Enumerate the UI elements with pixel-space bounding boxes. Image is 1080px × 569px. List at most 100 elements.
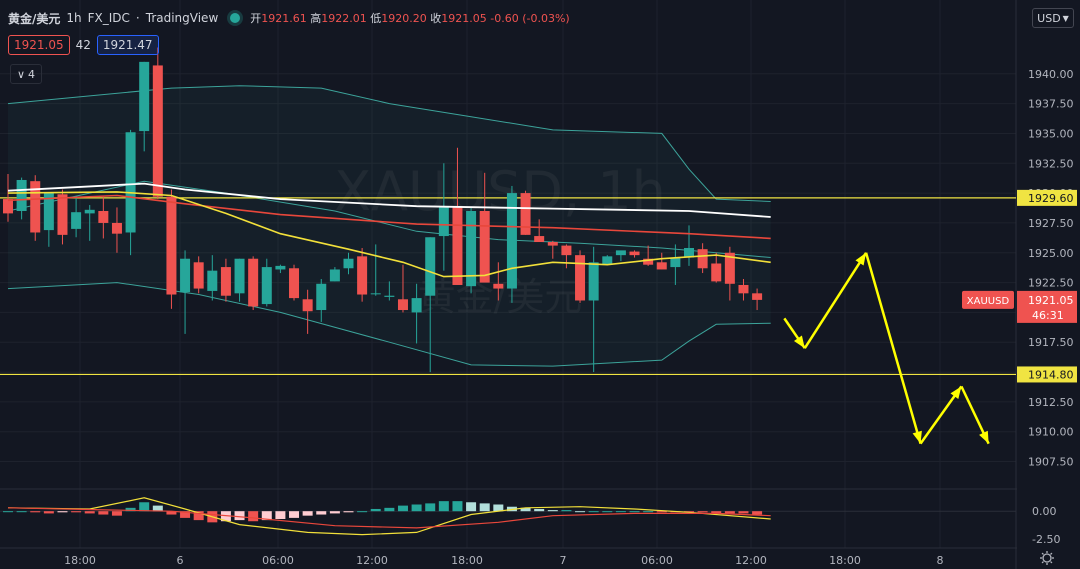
macd-histogram-bar bbox=[547, 510, 558, 512]
macd-histogram-bar bbox=[534, 508, 545, 512]
candle-body bbox=[547, 242, 558, 246]
macd-histogram-bar bbox=[329, 511, 340, 514]
indicator-toggle-button[interactable]: ∨ 4 bbox=[10, 64, 42, 84]
macd-histogram-bar bbox=[84, 511, 95, 514]
caret-down-icon: ▼ bbox=[1062, 13, 1069, 23]
macd-histogram-bar bbox=[98, 511, 109, 515]
source-label: FX_IDC bbox=[87, 11, 130, 25]
macd-histogram-bar bbox=[139, 502, 150, 512]
price-tick-label: 1927.50 bbox=[1028, 217, 1074, 230]
candle-body bbox=[316, 283, 327, 311]
candle bbox=[152, 47, 163, 200]
macd-histogram-bar bbox=[16, 511, 27, 513]
candle-body bbox=[534, 236, 545, 243]
candle bbox=[289, 264, 300, 301]
macd-histogram-bar bbox=[629, 511, 640, 513]
price-chart[interactable]: XAUUSD, 1h黄金/美元1940.001937.501935.001932… bbox=[0, 0, 1080, 569]
macd-histogram-bar bbox=[57, 511, 68, 513]
bollinger-band-fill bbox=[8, 85, 771, 367]
symbol-name[interactable]: 黄金/美元 bbox=[8, 10, 60, 27]
candle-body bbox=[425, 237, 436, 296]
candle-body bbox=[711, 263, 722, 282]
buy-price-button[interactable]: 1921.47 bbox=[96, 35, 159, 55]
candle-body bbox=[397, 299, 408, 311]
macd-histogram-bar bbox=[738, 511, 749, 514]
forecast-segment bbox=[803, 252, 868, 349]
high-label: 高 bbox=[310, 12, 322, 25]
macd-tick-label: -2.50 bbox=[1032, 533, 1060, 546]
macd-histogram-bar bbox=[248, 511, 259, 522]
currency-button[interactable]: USD ▼ bbox=[1032, 8, 1074, 28]
candle-body bbox=[520, 193, 531, 235]
time-tick-label: 18:00 bbox=[829, 554, 861, 567]
candle bbox=[466, 207, 477, 294]
candle-body bbox=[343, 258, 354, 269]
candle-body bbox=[479, 211, 490, 283]
time-tick-label: 6 bbox=[177, 554, 184, 567]
candle-body bbox=[220, 267, 231, 296]
candle bbox=[575, 250, 586, 303]
candle-body bbox=[561, 245, 572, 256]
time-tick-label: 06:00 bbox=[641, 554, 673, 567]
separator-dot: · bbox=[135, 11, 140, 25]
spread-value: 42 bbox=[75, 38, 91, 52]
candle bbox=[248, 256, 259, 311]
candle-body bbox=[452, 207, 463, 285]
macd-histogram-bar bbox=[643, 511, 654, 513]
macd-histogram-bar bbox=[370, 508, 381, 512]
candle bbox=[520, 190, 531, 235]
candle-body bbox=[275, 265, 286, 270]
macd-histogram-bar bbox=[588, 511, 599, 513]
countdown-label: 46:31 bbox=[1032, 309, 1064, 322]
interval-label[interactable]: 1h bbox=[66, 11, 81, 25]
price-tick-label: 1917.50 bbox=[1028, 336, 1074, 349]
candle-body bbox=[139, 61, 150, 132]
macd-tick-label: 0.00 bbox=[1032, 505, 1057, 518]
price-tick-label: 1940.00 bbox=[1028, 68, 1074, 81]
price-tick-label: 1925.00 bbox=[1028, 247, 1074, 260]
macd-histogram-bar bbox=[289, 511, 300, 518]
price-tick-label: 1932.50 bbox=[1028, 157, 1074, 170]
change-value: -0.60 (-0.03%) bbox=[490, 12, 570, 25]
candle-body bbox=[98, 211, 109, 223]
macd-histogram-bar bbox=[425, 503, 436, 512]
forecast-arrowhead bbox=[950, 386, 962, 400]
level-price-label: 1929.60 bbox=[1028, 192, 1074, 205]
price-tick-label: 1912.50 bbox=[1028, 396, 1074, 409]
candle-body bbox=[111, 222, 122, 234]
time-tick-label: 7 bbox=[560, 554, 567, 567]
candle bbox=[180, 250, 191, 334]
candle-body bbox=[438, 207, 449, 237]
candle-body bbox=[670, 257, 681, 268]
candle-body bbox=[615, 250, 626, 256]
macd-histogram-bar bbox=[275, 511, 286, 519]
candle-body bbox=[411, 298, 422, 313]
candle-body bbox=[602, 256, 613, 265]
macd-histogram-bar bbox=[343, 511, 354, 513]
forecast-arrowhead bbox=[793, 335, 805, 349]
candle-body bbox=[738, 284, 749, 294]
candle-body bbox=[71, 212, 82, 229]
macd-histogram-bar bbox=[30, 511, 41, 513]
macd-histogram-bar bbox=[561, 510, 572, 512]
candle-body bbox=[84, 209, 95, 214]
open-value: 1921.61 bbox=[261, 12, 307, 25]
forecast-arrowhead bbox=[855, 252, 867, 266]
macd-histogram-bar bbox=[316, 511, 327, 515]
candle-body bbox=[656, 262, 667, 270]
candle-body bbox=[180, 258, 191, 293]
price-tick-label: 1935.00 bbox=[1028, 127, 1074, 140]
time-tick-label: 18:00 bbox=[451, 554, 483, 567]
macd-histogram-bar bbox=[724, 511, 735, 514]
macd-pane bbox=[0, 497, 1016, 536]
open-label: 开 bbox=[250, 12, 262, 25]
macd-line bbox=[7, 497, 771, 536]
level-price-label: 1914.80 bbox=[1028, 368, 1074, 381]
time-tick-label: 8 bbox=[937, 554, 944, 567]
sell-price-button[interactable]: 1921.05 bbox=[8, 35, 70, 55]
candle-body bbox=[207, 270, 218, 291]
macd-histogram-bar bbox=[234, 511, 245, 521]
candle-body bbox=[302, 299, 313, 312]
high-value: 1922.01 bbox=[321, 12, 367, 25]
macd-histogram-bar bbox=[397, 505, 408, 512]
